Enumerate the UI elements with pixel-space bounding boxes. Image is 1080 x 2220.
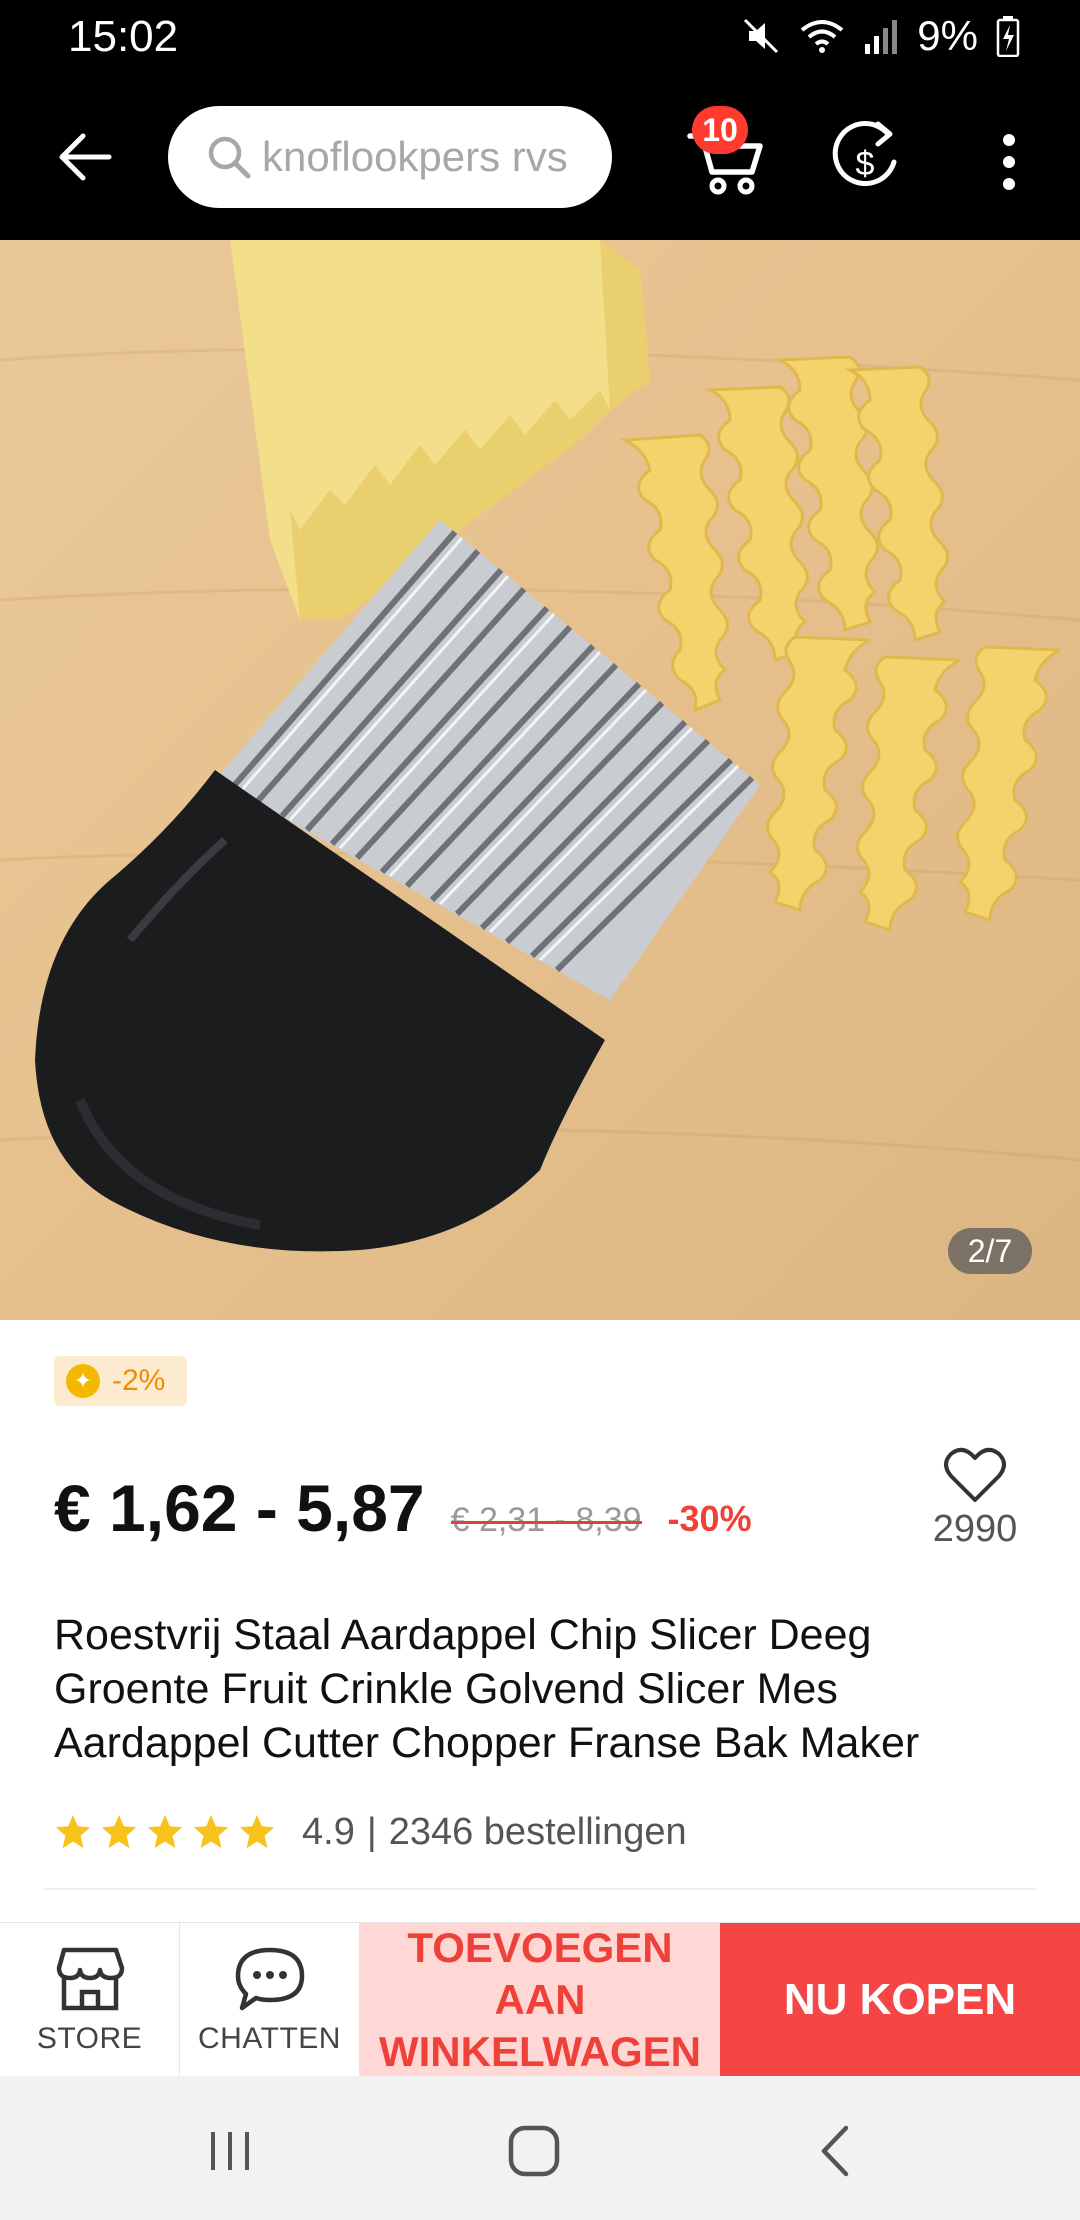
- mute-icon: [744, 18, 779, 54]
- chat-button[interactable]: CHATTEN: [180, 1923, 360, 2077]
- more-vertical-icon: [1003, 134, 1015, 146]
- status-time: 15:02: [68, 12, 179, 61]
- current-price: € 1,62 - 5,87: [54, 1471, 425, 1545]
- recent-apps-icon: [211, 2132, 249, 2170]
- buy-now-button[interactable]: NU KOPEN: [720, 1923, 1080, 2077]
- cart-button[interactable]: 10: [684, 106, 774, 206]
- search-icon: [208, 136, 251, 179]
- cart-badge: 10: [692, 106, 748, 154]
- product-photo: [0, 240, 1080, 1252]
- search-input[interactable]: knoflookpers rvs: [168, 106, 612, 208]
- system-nav-bar: [0, 2076, 1080, 2220]
- price-row: € 1,62 - 5,87 € 2,31 - 8,39 -30%: [54, 1470, 752, 1560]
- status-icons: 9%: [741, 10, 1020, 62]
- star-icon: [193, 1814, 229, 1849]
- rating-separator: |: [366, 1810, 377, 1853]
- status-bar: 15:02 9%: [0, 0, 1080, 72]
- rating-stars: [54, 1813, 276, 1851]
- star-icon: [239, 1814, 275, 1849]
- signal-icon: [865, 20, 898, 54]
- system-back-button[interactable]: [796, 2116, 876, 2186]
- store-icon: [56, 1947, 124, 2011]
- home-button[interactable]: [494, 2116, 574, 2186]
- top-app-bar: knoflookpers rvs 10 $: [0, 72, 1080, 240]
- buy-now-label: NU KOPEN: [783, 1975, 1017, 2024]
- product-detail-page: 15:02 9% knoflookpers rvs 10 $ 2/7 ✦ -2%…: [0, 0, 1080, 2220]
- add-to-cart-button[interactable]: TOEVOEGEN AAN WINKELWAGEN: [360, 1923, 720, 2077]
- more-options-button[interactable]: [984, 122, 1034, 202]
- wifi-icon: [801, 20, 844, 53]
- original-price: € 2,31 - 8,39: [450, 1501, 642, 1539]
- chat-icon: [235, 1947, 304, 2011]
- divider: [44, 1888, 1036, 1890]
- rating-row[interactable]: 4.9 | 2346 bestellingen: [54, 1804, 687, 1860]
- chat-label: CHATTEN: [198, 2022, 341, 2055]
- chevron-left-icon: [821, 2125, 849, 2177]
- bottom-action-bar: STORE CHATTEN TOEVOEGEN AAN WINKELWAGEN …: [0, 1922, 1080, 2077]
- currency-icon: $: [832, 121, 897, 186]
- store-button[interactable]: STORE: [0, 1923, 180, 2077]
- discount-percent: -30%: [667, 1498, 752, 1539]
- image-counter: 2/7: [948, 1228, 1032, 1274]
- coin-discount-text: -2%: [112, 1364, 166, 1397]
- currency-button[interactable]: $: [826, 112, 904, 202]
- battery-charging-icon: [996, 16, 1020, 57]
- home-icon: [508, 2125, 560, 2177]
- store-label: STORE: [36, 2022, 143, 2055]
- orders-count: 2346 bestellingen: [388, 1810, 687, 1853]
- back-arrow-icon: [59, 133, 112, 181]
- add-to-cart-label-line2: WINKELWAGEN: [379, 2028, 701, 2075]
- battery-percent: 9%: [917, 12, 978, 59]
- svg-text:$: $: [856, 145, 875, 183]
- coin-discount-badge[interactable]: ✦ -2%: [54, 1356, 188, 1406]
- star-icon: [101, 1814, 137, 1849]
- search-placeholder: knoflookpers rvs: [262, 133, 568, 180]
- add-to-cart-label-line1: TOEVOEGEN AAN: [407, 1924, 673, 2023]
- star-icon: [55, 1814, 91, 1849]
- rating-value: 4.9: [302, 1810, 355, 1853]
- heart-icon: [944, 1447, 1006, 1502]
- product-title: Roestvrij Staal Aardappel Chip Slicer De…: [54, 1611, 920, 1767]
- star-icon: [147, 1814, 183, 1849]
- coin-icon: ✦: [66, 1364, 100, 1398]
- wishlist-count: 2990: [932, 1508, 1018, 1550]
- recent-apps-button[interactable]: [190, 2116, 270, 2186]
- product-image-gallery[interactable]: 2/7: [0, 240, 1080, 1320]
- wishlist-button[interactable]: 2990: [920, 1446, 1030, 1551]
- back-button[interactable]: [50, 122, 120, 192]
